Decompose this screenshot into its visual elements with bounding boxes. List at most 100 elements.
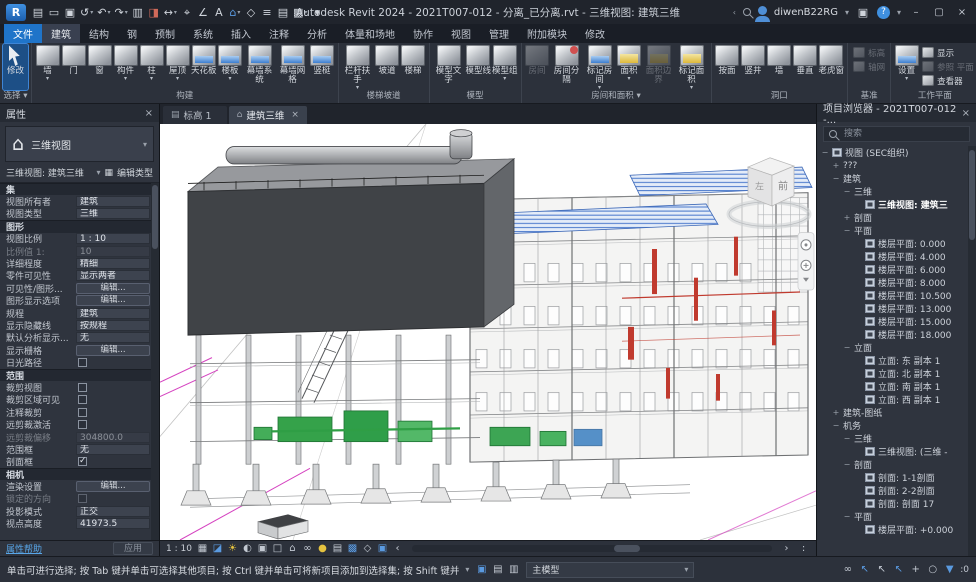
tree-item[interactable]: 剖面: 1-1剖面 — [817, 471, 976, 484]
property-row[interactable]: 注释裁剪 — [0, 406, 159, 418]
tree-item[interactable]: − 剖面 — [817, 458, 976, 471]
tree-item[interactable]: − 平面 — [817, 510, 976, 523]
active-workset-dropdown[interactable]: 主模型 ▾ — [526, 562, 694, 578]
grid-button[interactable]: 轴网 — [851, 60, 887, 73]
property-row[interactable]: 规程 建筑 建筑 — [0, 307, 159, 319]
tree-item[interactable]: 楼层平面: 8.000 — [817, 276, 976, 289]
ribbon-tab[interactable]: 钢 — [118, 24, 146, 43]
property-row[interactable]: 范围 — [0, 369, 159, 381]
set-work-plane-button[interactable]: 设置 ▾ — [894, 44, 919, 90]
grip-icon[interactable]: : — [797, 542, 810, 556]
edit-type-button[interactable]: 编辑类型 — [117, 166, 153, 179]
tree-item[interactable]: − 机务 — [817, 419, 976, 432]
viewer-button[interactable]: 查看器 — [920, 74, 976, 87]
property-checkbox[interactable] — [78, 457, 87, 466]
room-button[interactable]: 房间 ▾ — [525, 44, 550, 90]
property-checkbox[interactable] — [78, 408, 87, 417]
help-icon[interactable]: ? — [877, 6, 890, 19]
tree-expander-icon[interactable]: − — [832, 421, 840, 430]
tree-item[interactable]: 三维视图: (三维 - — [817, 445, 976, 458]
view-cube-front-label[interactable]: 前 — [778, 179, 788, 192]
search-help-icon[interactable] — [743, 8, 751, 16]
ribbon-tab[interactable]: 系统 — [184, 24, 222, 43]
rooftop-plant-box[interactable] — [188, 130, 514, 335]
undo-icon[interactable]: ↶ — [96, 4, 111, 21]
background-processes-icon[interactable]: ○ — [926, 564, 939, 575]
ribbon-tab[interactable]: 分析 — [298, 24, 336, 43]
ribbon-group-label[interactable]: 房间和面积 ▾ — [522, 90, 711, 102]
reveal-hidden-elements-icon[interactable]: ● — [316, 542, 329, 556]
crop-view-icon[interactable]: ▣ — [256, 542, 269, 556]
file-properties-icon[interactable]: ▤ — [31, 4, 45, 21]
floor-button[interactable]: 楼板 ▾ — [218, 44, 243, 90]
select-pinned-elements-icon[interactable]: ↖ — [875, 564, 888, 575]
saved-orientation-icon[interactable]: ⌂ — [286, 542, 299, 556]
ribbon-tab[interactable]: 文件 — [4, 24, 42, 43]
ribbon-group-label[interactable]: 楼梯坡道 — [339, 90, 429, 102]
tag-room-button[interactable]: 标记房间 ▾ — [584, 44, 616, 90]
ribbon-tab[interactable]: 预制 — [146, 24, 184, 43]
property-row[interactable]: 远剪裁激活 — [0, 418, 159, 430]
apply-button[interactable]: 应用 — [113, 542, 153, 555]
property-row[interactable]: 默认分析显示... 无 无 — [0, 332, 159, 344]
open-icon[interactable]: ▭ — [47, 4, 61, 21]
column-footings[interactable] — [181, 459, 690, 539]
tree-item[interactable]: 立面: 北 副本 1 — [817, 367, 976, 380]
property-row[interactable]: 显示栅格 编辑... 编辑... — [0, 344, 159, 356]
temporary-view-properties-icon[interactable]: ▤ — [331, 542, 344, 556]
displacement-set-icon[interactable]: ◇ — [361, 542, 374, 556]
property-row[interactable]: 比例值 1: 10 10 — [0, 245, 159, 257]
tree-expander-icon[interactable]: − — [843, 226, 851, 235]
property-checkbox[interactable] — [78, 420, 87, 429]
property-row[interactable]: 视图所有者 建筑 建筑 — [0, 195, 159, 207]
shadows-icon[interactable]: ◐ — [241, 542, 254, 556]
sun-path-icon[interactable]: ☀ — [226, 542, 239, 556]
roof-button[interactable]: 屋顶 ▾ — [165, 44, 190, 90]
model-group-button[interactable]: 模型组 ▾ — [492, 44, 518, 90]
reveal-constraints-icon[interactable]: ▣ — [376, 542, 389, 556]
visual-style-icon[interactable]: ◪ — [211, 542, 224, 556]
green-plant-equipment[interactable] — [254, 411, 432, 442]
dormer-opening-button[interactable]: 老虎窗 ▾ — [819, 44, 845, 90]
tag-area-button[interactable]: 标记面积 ▾ — [676, 44, 708, 90]
property-row[interactable]: 视图比例 1 : 10 1 : 10 — [0, 233, 159, 245]
worksets-icon[interactable]: ▤ — [491, 564, 504, 575]
level-button[interactable]: 标高 — [851, 46, 887, 59]
property-row[interactable]: 零件可见性 显示两者 显示两者 — [0, 270, 159, 282]
property-checkbox[interactable] — [78, 494, 87, 503]
collapse-search-icon[interactable]: ‹ — [733, 8, 736, 17]
rooftop-duct-pipe[interactable] — [226, 130, 472, 164]
tree-item[interactable]: 立面: 西 副本 1 — [817, 393, 976, 406]
tree-item[interactable]: 楼层平面: 4.000 — [817, 250, 976, 263]
close-button[interactable]: × — [954, 7, 970, 18]
view-tab-level-1[interactable]: ▤ 标高 1 — [163, 106, 227, 124]
ribbon-group-label[interactable]: 模型 — [430, 90, 521, 102]
project-browser-close-icon[interactable]: × — [962, 108, 970, 119]
tree-item[interactable]: 立面: 南 副本 1 — [817, 380, 976, 393]
save-icon[interactable]: ▣ — [63, 4, 77, 21]
ribbon-tab[interactable]: 附加模块 — [518, 24, 576, 43]
property-checkbox[interactable] — [78, 395, 87, 404]
ribbon-tab[interactable]: 体量和场地 — [336, 24, 404, 43]
username[interactable]: diwenB22RG — [774, 7, 838, 18]
property-checkbox[interactable] — [78, 358, 87, 367]
selection-filter-icon[interactable]: ▼ — [943, 564, 956, 575]
aligned-dimension-icon[interactable]: ⌖ — [180, 4, 194, 21]
tree-expander-icon[interactable]: − — [843, 512, 851, 521]
editable-only-icon[interactable]: ▣ — [475, 564, 488, 575]
tree-item[interactable]: 三维视图: 建筑三 — [817, 198, 976, 211]
component-button[interactable]: 构件 ▾ — [113, 44, 138, 90]
property-row[interactable]: 图形 — [0, 220, 159, 232]
section-icon[interactable]: ≡ — [260, 4, 274, 21]
view-scale-button[interactable]: 1 : 10 — [166, 544, 192, 554]
property-row[interactable]: 日光路径 — [0, 356, 159, 368]
modify-button[interactable]: 修改 ▾ — [3, 44, 28, 90]
tree-expander-icon[interactable]: − — [843, 460, 851, 469]
switch-windows-icon[interactable]: ▩ — [292, 4, 308, 21]
properties-close-icon[interactable]: × — [145, 108, 153, 119]
property-row[interactable]: 可见性/图形... 编辑... 编辑... — [0, 282, 159, 294]
tree-item[interactable]: 楼层平面: 0.000 — [817, 237, 976, 250]
tree-item[interactable]: + 建筑-图纸 — [817, 406, 976, 419]
properties-scrollbar[interactable] — [151, 183, 159, 540]
ribbon-group-label[interactable]: 选择 ▾ — [0, 90, 31, 102]
